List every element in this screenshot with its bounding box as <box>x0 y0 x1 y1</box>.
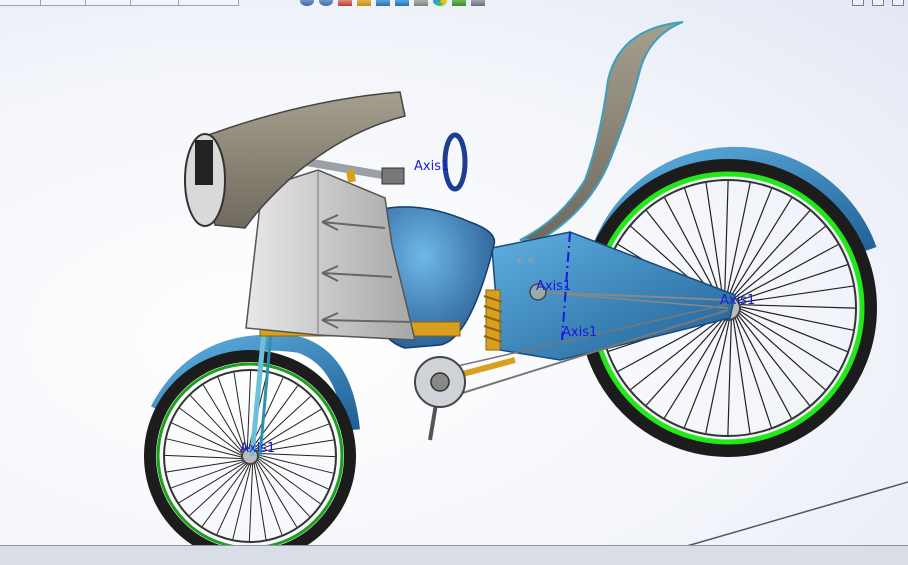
section-view-icon[interactable] <box>357 0 371 6</box>
top-toolbar-strip <box>0 0 908 8</box>
spoke <box>732 316 751 434</box>
restore-icon[interactable] <box>872 0 884 6</box>
spoke <box>256 454 334 474</box>
axis-label-swingarm-pivot[interactable]: Axis1 <box>536 279 571 294</box>
graphics-viewport[interactable]: * * Axis1 Axis1 Axis1 Axis1 Axis1 <box>0 0 908 565</box>
crankset <box>414 356 516 441</box>
edit-appearance-icon[interactable] <box>433 0 447 6</box>
axis-label-steering[interactable]: Axis1 <box>414 159 449 174</box>
spoke <box>202 384 245 453</box>
close-icon[interactable] <box>892 0 904 6</box>
spoke <box>727 317 733 436</box>
display-style-icon[interactable] <box>395 0 409 6</box>
axis-label-front-wheel[interactable]: Axis1 <box>240 441 275 456</box>
spoke <box>255 459 298 528</box>
spoke <box>705 182 724 300</box>
spoke <box>256 455 329 490</box>
feature-tree-tabs[interactable] <box>0 0 239 6</box>
spoke <box>723 180 729 299</box>
window-controls <box>852 0 904 6</box>
axis-label-swingarm-lower[interactable]: Axis1 <box>562 325 597 340</box>
ground-plane-edge <box>679 481 908 549</box>
spoke <box>166 438 244 458</box>
cad-model-view[interactable]: * * Axis1 Axis1 Axis1 Axis1 Axis1 <box>0 0 908 565</box>
spoke <box>736 312 811 406</box>
spoke <box>727 188 773 299</box>
spoke <box>737 309 839 373</box>
apply-scene-icon[interactable] <box>452 0 466 6</box>
zoom-to-fit-icon[interactable] <box>300 0 314 6</box>
spoke <box>178 461 247 504</box>
spoke <box>730 210 811 300</box>
axis-label-rear-hub[interactable]: Axis1 <box>720 293 755 308</box>
spoke <box>663 317 727 419</box>
spoke <box>683 317 729 428</box>
spoke <box>171 422 244 457</box>
view-settings-icon[interactable] <box>471 0 485 6</box>
headlight-visor <box>195 140 213 185</box>
spoke <box>232 462 252 540</box>
heads-up-view-toolbar <box>300 0 485 8</box>
previous-view-icon[interactable] <box>338 0 352 6</box>
spoke <box>729 197 793 299</box>
spoke <box>736 310 826 391</box>
spoke <box>732 225 826 300</box>
status-bar <box>0 545 908 565</box>
minimize-icon[interactable] <box>852 0 864 6</box>
spoke <box>737 307 848 353</box>
hide-show-icon[interactable] <box>414 0 428 6</box>
rear-shock <box>483 289 503 351</box>
spoke <box>216 462 251 535</box>
tail-fin <box>519 21 684 241</box>
spoke <box>248 462 254 542</box>
spoke <box>164 454 244 460</box>
origin-marker-1: * * <box>516 256 534 272</box>
view-orientation-icon[interactable] <box>376 0 390 6</box>
zoom-area-icon[interactable] <box>319 0 333 6</box>
spoke <box>246 370 252 450</box>
